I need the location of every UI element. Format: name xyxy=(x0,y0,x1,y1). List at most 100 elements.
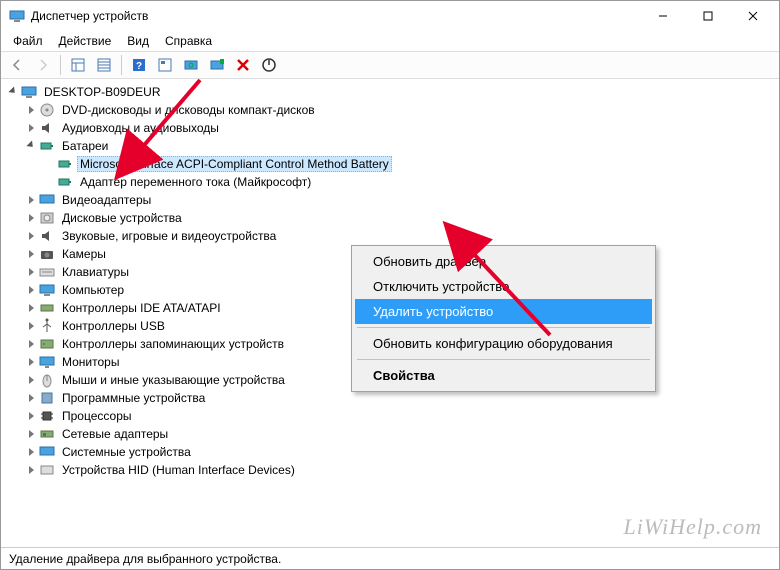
menu-file[interactable]: Файл xyxy=(7,32,49,50)
tree-device-battery-adapter[interactable]: Адаптер переменного тока (Майкрософт) xyxy=(1,173,779,191)
expander-icon[interactable] xyxy=(25,212,37,224)
audio-icon xyxy=(39,228,55,244)
toolbar-help-button[interactable]: ? xyxy=(127,53,151,77)
expander-icon[interactable] xyxy=(25,410,37,422)
tree-root[interactable]: DESKTOP-B09DEUR xyxy=(1,83,779,101)
menu-action[interactable]: Действие xyxy=(53,32,118,50)
software-device-icon xyxy=(39,390,55,406)
tree-label: Дисковые устройства xyxy=(59,210,185,226)
expander-icon[interactable] xyxy=(25,122,37,134)
minimize-button[interactable] xyxy=(640,1,685,31)
toolbar-view-button[interactable] xyxy=(66,53,90,77)
expander-icon[interactable] xyxy=(25,302,37,314)
tree-category-disk[interactable]: Дисковые устройства xyxy=(1,209,779,227)
expander-icon[interactable] xyxy=(25,248,37,260)
expander-icon[interactable] xyxy=(25,356,37,368)
status-bar: Удаление драйвера для выбранного устройс… xyxy=(1,547,779,569)
context-update-driver[interactable]: Обновить драйвер xyxy=(355,249,652,274)
status-text: Удаление драйвера для выбранного устройс… xyxy=(9,552,281,566)
tree-category-cpu[interactable]: Процессоры xyxy=(1,407,779,425)
device-tree-panel[interactable]: DESKTOP-B09DEUR DVD-дисководы и дисковод… xyxy=(1,79,779,547)
toolbar-disable-button[interactable] xyxy=(257,53,281,77)
expander-spacer xyxy=(43,176,55,188)
usb-icon xyxy=(39,318,55,334)
battery-icon xyxy=(57,174,73,190)
context-uninstall-device[interactable]: Удалить устройство xyxy=(355,299,652,324)
tree-category-network[interactable]: Сетевые адаптеры xyxy=(1,425,779,443)
camera-icon xyxy=(39,246,55,262)
context-menu[interactable]: Обновить драйвер Отключить устройство Уд… xyxy=(351,245,656,392)
expander-icon[interactable] xyxy=(25,374,37,386)
expander-icon[interactable] xyxy=(25,266,37,278)
computer-icon xyxy=(39,282,55,298)
tree-label: Клавиатуры xyxy=(59,264,132,280)
toolbar-uninstall-button[interactable] xyxy=(231,53,255,77)
disk-drive-icon xyxy=(39,210,55,226)
expander-icon[interactable] xyxy=(25,230,37,242)
display-adapter-icon xyxy=(39,192,55,208)
tree-category-hid[interactable]: Устройства HID (Human Interface Devices) xyxy=(1,461,779,479)
menubar: Файл Действие Вид Справка xyxy=(1,31,779,51)
svg-text:?: ? xyxy=(136,61,142,72)
tree-category-soundvideo[interactable]: Звуковые, игровые и видеоустройства xyxy=(1,227,779,245)
titlebar: Диспетчер устройств xyxy=(1,1,779,31)
close-button[interactable] xyxy=(730,1,775,31)
toolbar-separator xyxy=(121,55,122,75)
expander-icon[interactable] xyxy=(25,446,37,458)
expander-icon[interactable] xyxy=(25,284,37,296)
tree-label: Адаптер переменного тока (Майкрософт) xyxy=(77,174,314,190)
network-adapter-icon xyxy=(39,426,55,442)
expander-spacer xyxy=(43,158,55,170)
tree-label: Мониторы xyxy=(59,354,122,370)
toolbar-back-button[interactable] xyxy=(5,53,29,77)
toolbar: ? xyxy=(1,51,779,79)
tree-label: Камеры xyxy=(59,246,109,262)
window-title: Диспетчер устройств xyxy=(31,9,640,23)
toolbar-separator xyxy=(60,55,61,75)
toolbar-update-button[interactable] xyxy=(179,53,203,77)
expander-icon[interactable] xyxy=(25,194,37,206)
menu-view[interactable]: Вид xyxy=(121,32,155,50)
tree-category-audio[interactable]: Аудиовходы и аудиовыходы xyxy=(1,119,779,137)
context-separator xyxy=(357,327,650,328)
context-disable-device[interactable]: Отключить устройство xyxy=(355,274,652,299)
expander-icon[interactable] xyxy=(25,320,37,332)
context-separator xyxy=(357,359,650,360)
expander-icon[interactable] xyxy=(25,392,37,404)
toolbar-details-button[interactable] xyxy=(92,53,116,77)
keyboard-icon xyxy=(39,264,55,280)
tree-category-system[interactable]: Системные устройства xyxy=(1,443,779,461)
tree-category-battery[interactable]: Батареи xyxy=(1,137,779,155)
tree-label: Звуковые, игровые и видеоустройства xyxy=(59,228,279,244)
tree-label: Аудиовходы и аудиовыходы xyxy=(59,120,222,136)
expander-icon[interactable] xyxy=(25,428,37,440)
mouse-icon xyxy=(39,372,55,388)
tree-label: Компьютер xyxy=(59,282,127,298)
tree-device-battery-acpi[interactable]: Microsoft Surface ACPI-Compliant Control… xyxy=(1,155,779,173)
tree-label-selected: Microsoft Surface ACPI-Compliant Control… xyxy=(77,156,392,172)
computer-icon xyxy=(21,84,37,100)
tree-label: Контроллеры IDE ATA/ATAPI xyxy=(59,300,224,316)
maximize-button[interactable] xyxy=(685,1,730,31)
disc-drive-icon xyxy=(39,102,55,118)
menu-help[interactable]: Справка xyxy=(159,32,218,50)
expander-icon[interactable] xyxy=(7,86,19,98)
context-scan-hardware[interactable]: Обновить конфигурацию оборудования xyxy=(355,331,652,356)
expander-icon[interactable] xyxy=(25,104,37,116)
audio-icon xyxy=(39,120,55,136)
tree-label: Процессоры xyxy=(59,408,135,424)
toolbar-scan-button[interactable] xyxy=(205,53,229,77)
tree-label: Видеоадаптеры xyxy=(59,192,154,208)
tree-category-video[interactable]: Видеоадаптеры xyxy=(1,191,779,209)
toolbar-forward-button[interactable] xyxy=(31,53,55,77)
tree-label: DESKTOP-B09DEUR xyxy=(41,84,163,100)
tree-label: Контроллеры USB xyxy=(59,318,168,334)
tree-label: Системные устройства xyxy=(59,444,194,460)
expander-icon[interactable] xyxy=(25,140,37,152)
expander-icon[interactable] xyxy=(25,338,37,350)
toolbar-properties-button[interactable] xyxy=(153,53,177,77)
context-properties[interactable]: Свойства xyxy=(355,363,652,388)
battery-icon xyxy=(39,138,55,154)
expander-icon[interactable] xyxy=(25,464,37,476)
tree-category-dvd[interactable]: DVD-дисководы и дисководы компакт-дисков xyxy=(1,101,779,119)
